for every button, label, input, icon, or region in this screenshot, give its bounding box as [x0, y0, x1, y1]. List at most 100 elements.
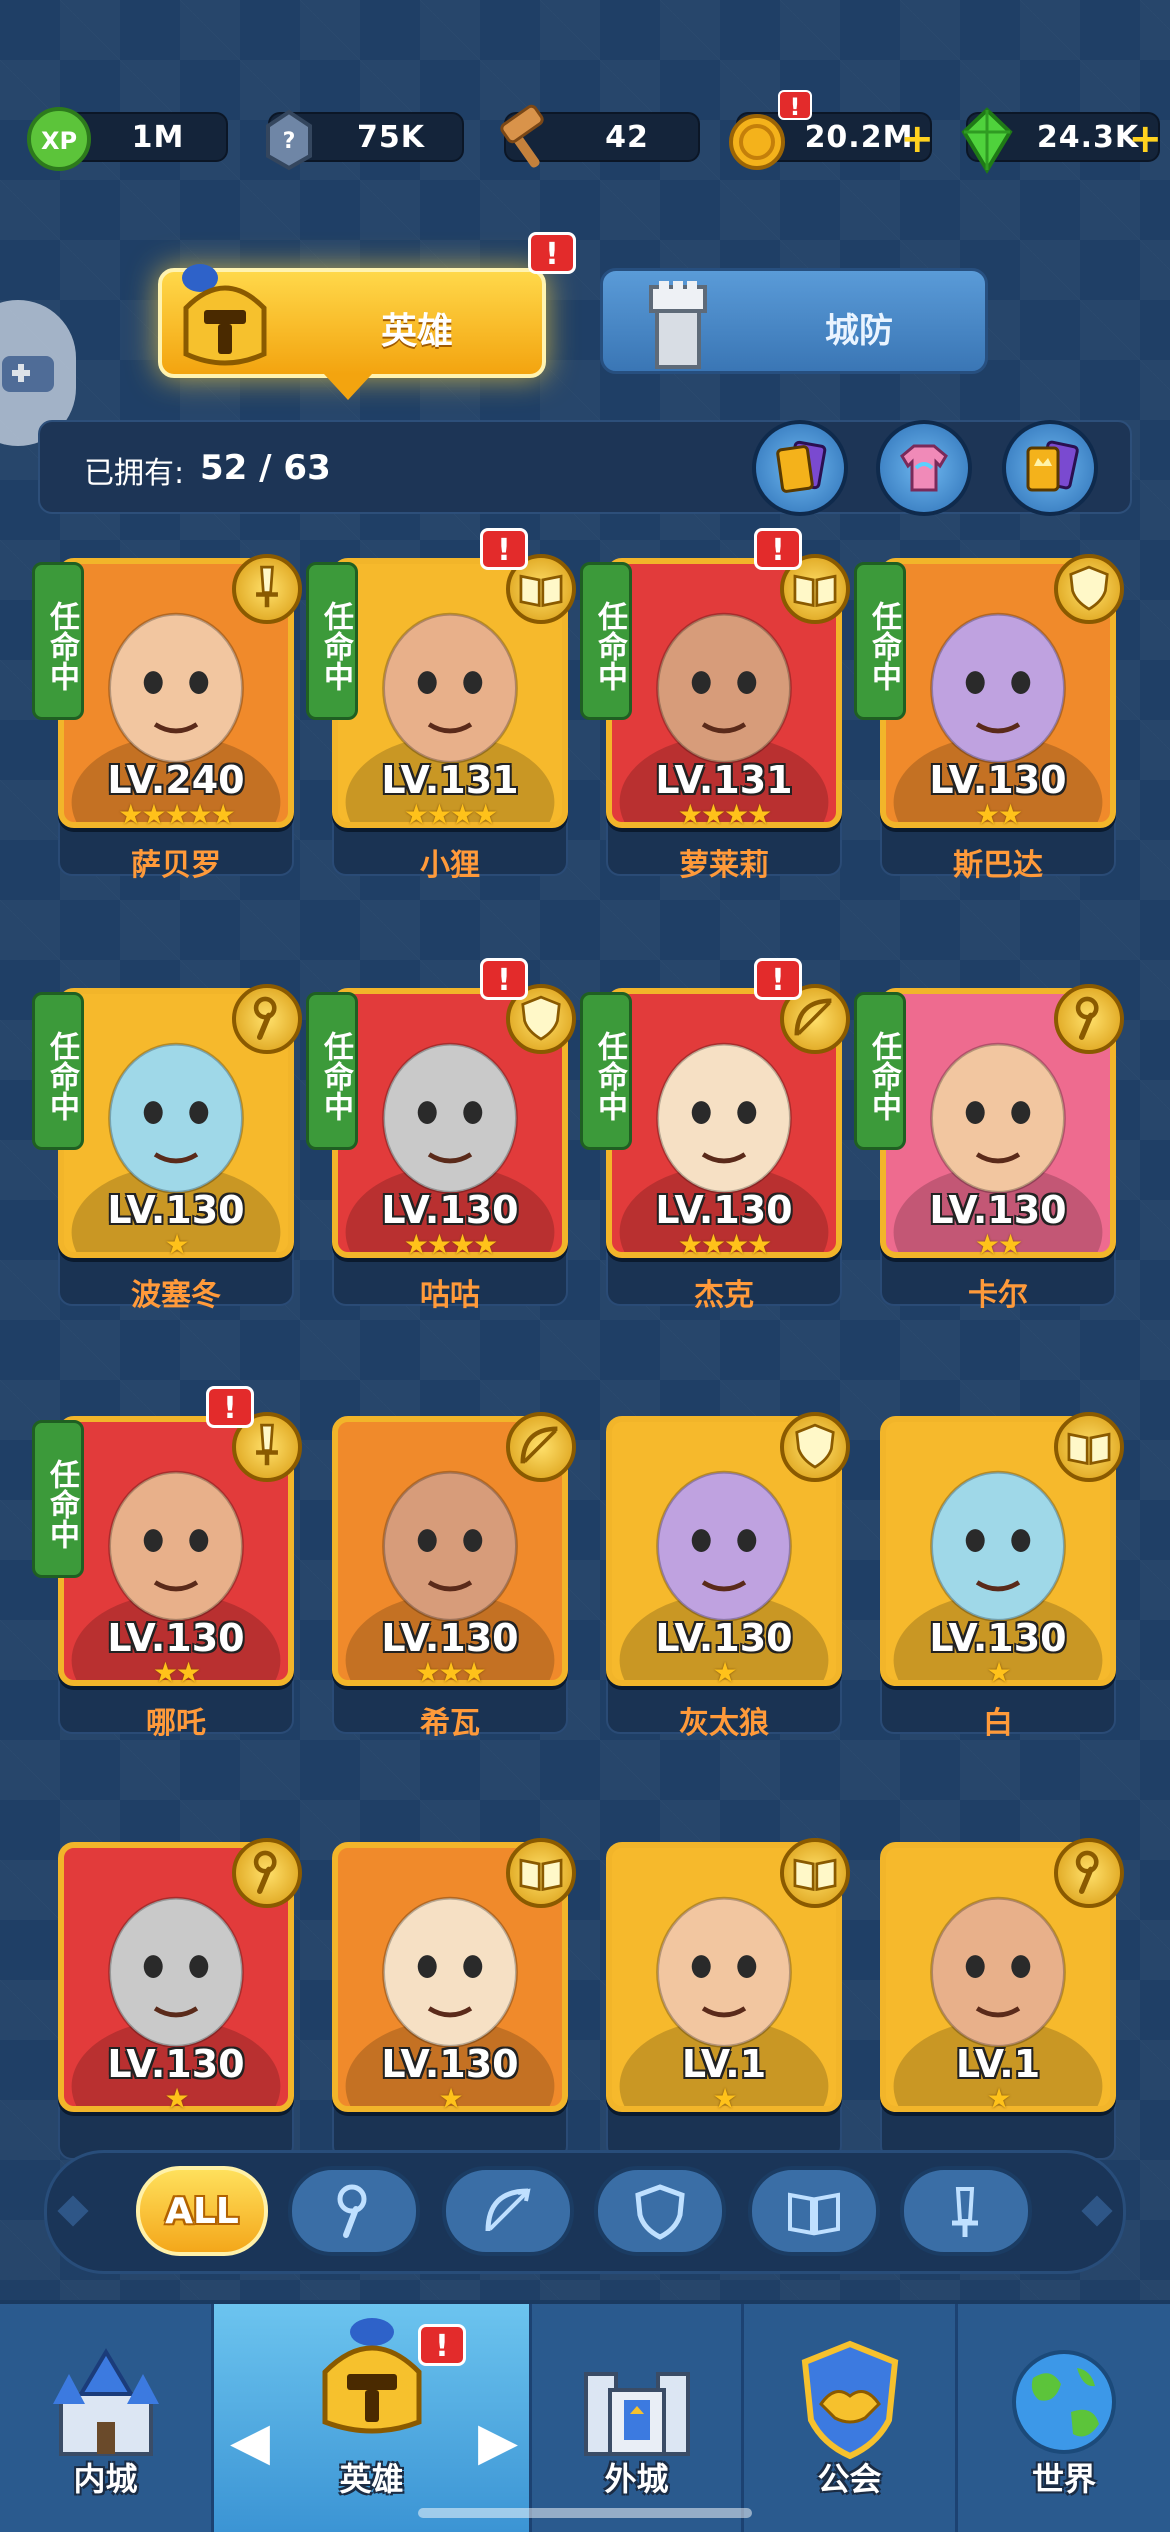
hero-collection-button[interactable]	[1002, 420, 1098, 516]
gold-plus-button[interactable]: +	[900, 116, 934, 162]
hero-stars: ★	[164, 2082, 189, 2115]
hero-assigned-badge: 任命中	[854, 562, 906, 720]
owned-count: 52 / 63	[200, 448, 331, 488]
hero-card[interactable]: LV.1 ★	[880, 1838, 1124, 2172]
hero-level: LV.130	[107, 1616, 245, 1660]
hero-card[interactable]: LV.130 ★ 灰太狼	[606, 1412, 850, 1746]
tab-defense[interactable]: 城防	[600, 268, 988, 374]
hero-level: LV.1	[955, 2042, 1041, 2086]
nav-guild[interactable]: 公会	[744, 2304, 958, 2532]
hero-class-staff-icon	[232, 984, 302, 1054]
hero-name: 波塞冬	[131, 1278, 221, 1313]
hero-class-shield-icon	[1054, 554, 1124, 624]
tower-icon	[649, 281, 707, 369]
resource-gold[interactable]: ! 20.2M +	[729, 90, 934, 170]
hero-card[interactable]: LV.130 ★★ 斯巴达 任命中	[854, 554, 1124, 888]
nav-next-arrow-icon[interactable]: ▶	[478, 2412, 518, 2472]
hammer-value: 42	[605, 120, 649, 155]
gem-icon	[950, 102, 1024, 176]
resource-exp[interactable]: XP 1M	[27, 107, 228, 171]
filter-book-button[interactable]	[748, 2166, 880, 2256]
hero-stars: ★★★★	[403, 798, 498, 831]
hero-card[interactable]: LV.131 ★★★★ 小狸 任命中!	[306, 528, 576, 888]
hero-card[interactable]: LV.130 ★	[332, 1838, 576, 2172]
shirt-icon	[900, 444, 948, 492]
hero-stars: ★★	[974, 1228, 1023, 1261]
hero-cards-button[interactable]	[752, 420, 848, 516]
hero-level: LV.130	[929, 1616, 1067, 1660]
hammer-icon	[488, 102, 562, 176]
filter-sword-button[interactable]	[900, 2166, 1032, 2256]
stone-value: 75K	[357, 120, 425, 155]
hero-stars: ★★	[974, 798, 1023, 831]
hero-assigned-badge: 任命中	[580, 992, 632, 1150]
hero-level: LV.131	[655, 758, 793, 802]
hero-stars: ★	[986, 1656, 1011, 1689]
resource-gems[interactable]: 24.3K +	[961, 107, 1162, 174]
hero-card[interactable]: LV.130 ★★★ 希瓦	[332, 1412, 576, 1746]
filter-all-button[interactable]: ALL	[136, 2166, 268, 2256]
hero-card[interactable]: LV.130 ★★★★ 咕咕 任命中!	[306, 958, 576, 1318]
hero-stars: ★	[438, 2082, 463, 2115]
hero-warn-badge: !	[206, 1386, 254, 1428]
hero-name: 希瓦	[420, 1706, 480, 1741]
hero-name: 卡尔	[968, 1278, 1028, 1313]
hero-name: 杰克	[694, 1278, 754, 1313]
home-indicator[interactable]	[418, 2508, 752, 2518]
hero-class-book-icon	[780, 1838, 850, 1908]
nav-world[interactable]: 世界	[958, 2304, 1170, 2532]
hero-card[interactable]: LV.130 ★★★★ 杰克 任命中!	[580, 958, 850, 1318]
hero-card[interactable]: LV.130 ★ 白	[880, 1412, 1124, 1746]
hero-stars: ★★★★	[403, 1228, 498, 1261]
stone-icon: ?	[252, 102, 326, 176]
outfit-button[interactable]	[876, 420, 972, 516]
hero-card[interactable]: LV.1 ★	[606, 1838, 850, 2172]
hero-card[interactable]: LV.130 ★★ 哪吒 任命中!	[32, 1386, 302, 1746]
nav-world-label: 世界	[1031, 2460, 1096, 2498]
hero-card[interactable]: LV.131 ★★★★ 萝莱莉 任命中!	[580, 528, 850, 888]
hero-class-shield-icon	[780, 1412, 850, 1482]
nav-prev-arrow-icon[interactable]: ◀	[230, 2412, 270, 2472]
hero-name: 灰太狼	[679, 1706, 769, 1741]
hero-assigned-badge: 任命中	[854, 992, 906, 1150]
hero-level: LV.130	[655, 1616, 793, 1660]
filter-shield-button[interactable]	[594, 2166, 726, 2256]
hero-card[interactable]: LV.130 ★ 波塞冬 任命中	[32, 984, 302, 1318]
hero-warn-badge: !	[754, 958, 802, 1000]
svg-text:?: ?	[283, 129, 296, 154]
hero-name: 咕咕	[420, 1278, 480, 1313]
hero-stars: ★★	[152, 1656, 201, 1689]
hero-warn-badge: !	[480, 958, 528, 1000]
hero-card[interactable]: LV.240 ★★★★★ 萨贝罗 任命中	[32, 554, 302, 888]
hero-name: 小狸	[420, 848, 480, 883]
resource-stone[interactable]: ? 75K	[266, 109, 464, 171]
hero-assigned-badge: 任命中	[580, 562, 632, 720]
hero-level: LV.1	[681, 2042, 767, 2086]
gems-plus-button[interactable]: +	[1128, 116, 1162, 162]
nav-heroes-warn-badge: !	[418, 2324, 466, 2366]
hero-name: 白	[983, 1706, 1013, 1741]
filter-all-label: ALL	[165, 2190, 239, 2232]
hero-class-staff-icon	[232, 1838, 302, 1908]
hero-name: 萝莱莉	[679, 848, 769, 883]
hero-name: 萨贝罗	[131, 848, 221, 883]
nav-outer-city[interactable]: 外城	[532, 2304, 744, 2532]
castle-icon	[52, 2348, 159, 2456]
filter-staff-button[interactable]	[288, 2166, 420, 2256]
hero-name: 哪吒	[146, 1706, 206, 1741]
hero-level: LV.130	[929, 758, 1067, 802]
nav-inner-city[interactable]: 内城	[0, 2304, 214, 2532]
hero-stars: ★★★★★	[118, 798, 236, 831]
hero-card[interactable]: LV.130 ★★ 卡尔 任命中	[854, 984, 1124, 1318]
hero-level: LV.130	[655, 1188, 793, 1232]
svg-text:XP: XP	[41, 127, 77, 155]
filter-bow-button[interactable]	[442, 2166, 574, 2256]
resource-hammer[interactable]: 42	[500, 104, 700, 168]
hero-class-book-icon	[506, 1838, 576, 1908]
hero-card[interactable]: LV.130 ★	[58, 1838, 302, 2172]
hero-level: LV.130	[381, 1616, 519, 1660]
tab-pointer	[324, 374, 372, 400]
handshake-icon	[801, 2340, 898, 2460]
helmet-icon	[322, 2318, 421, 2434]
hero-class-bow-icon	[506, 1412, 576, 1482]
